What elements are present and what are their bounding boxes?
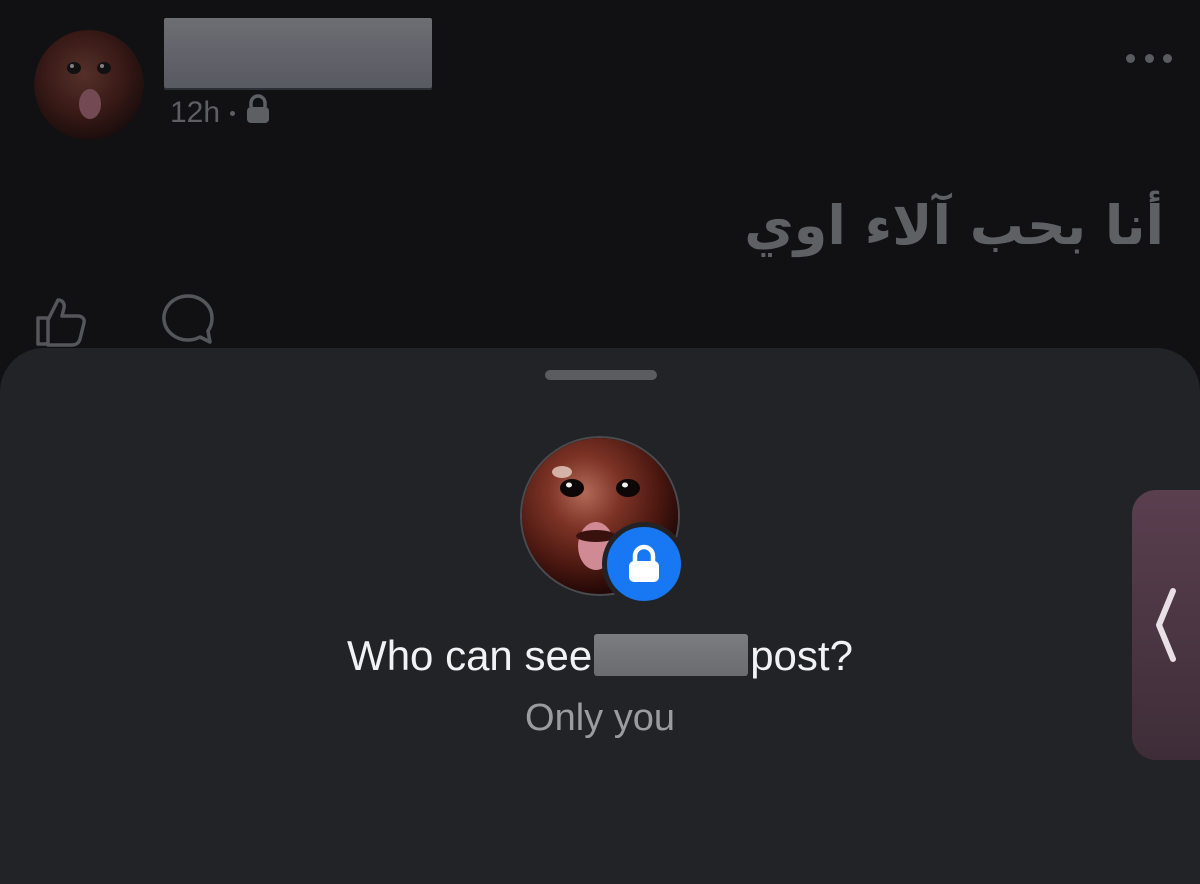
post-meta: 12h: [170, 94, 271, 132]
privacy-bottom-sheet: Who can see post? Only you: [0, 348, 1200, 884]
post-author-avatar[interactable]: [34, 30, 144, 140]
sheet-title-suffix: post?: [750, 632, 853, 679]
post-time: 12h: [170, 96, 221, 129]
sheet-title: Who can see post?: [0, 628, 1200, 684]
meta-separator: [230, 110, 236, 116]
redacted-name: [594, 634, 749, 676]
author-name-redacted[interactable]: [164, 18, 432, 88]
post-text: أنا بحب آلاء اوي: [744, 194, 1164, 257]
like-icon[interactable]: [34, 292, 90, 348]
sheet-grabber[interactable]: [545, 370, 657, 380]
lock-icon: [629, 544, 659, 582]
screen: 12h أنا بحب آلاء اوي Who can see post? O…: [0, 0, 1200, 884]
audience-label: Only you: [525, 697, 675, 739]
chevron-left-icon: [1156, 588, 1176, 662]
side-panel-handle[interactable]: [1132, 490, 1200, 760]
privacy-lock-icon[interactable]: [245, 94, 271, 132]
post-actions: [34, 292, 216, 352]
lock-badge: [602, 522, 686, 606]
more-options-icon[interactable]: [1126, 48, 1172, 68]
sheet-title-prefix: Who can see: [347, 632, 593, 679]
comment-icon[interactable]: [160, 292, 216, 348]
